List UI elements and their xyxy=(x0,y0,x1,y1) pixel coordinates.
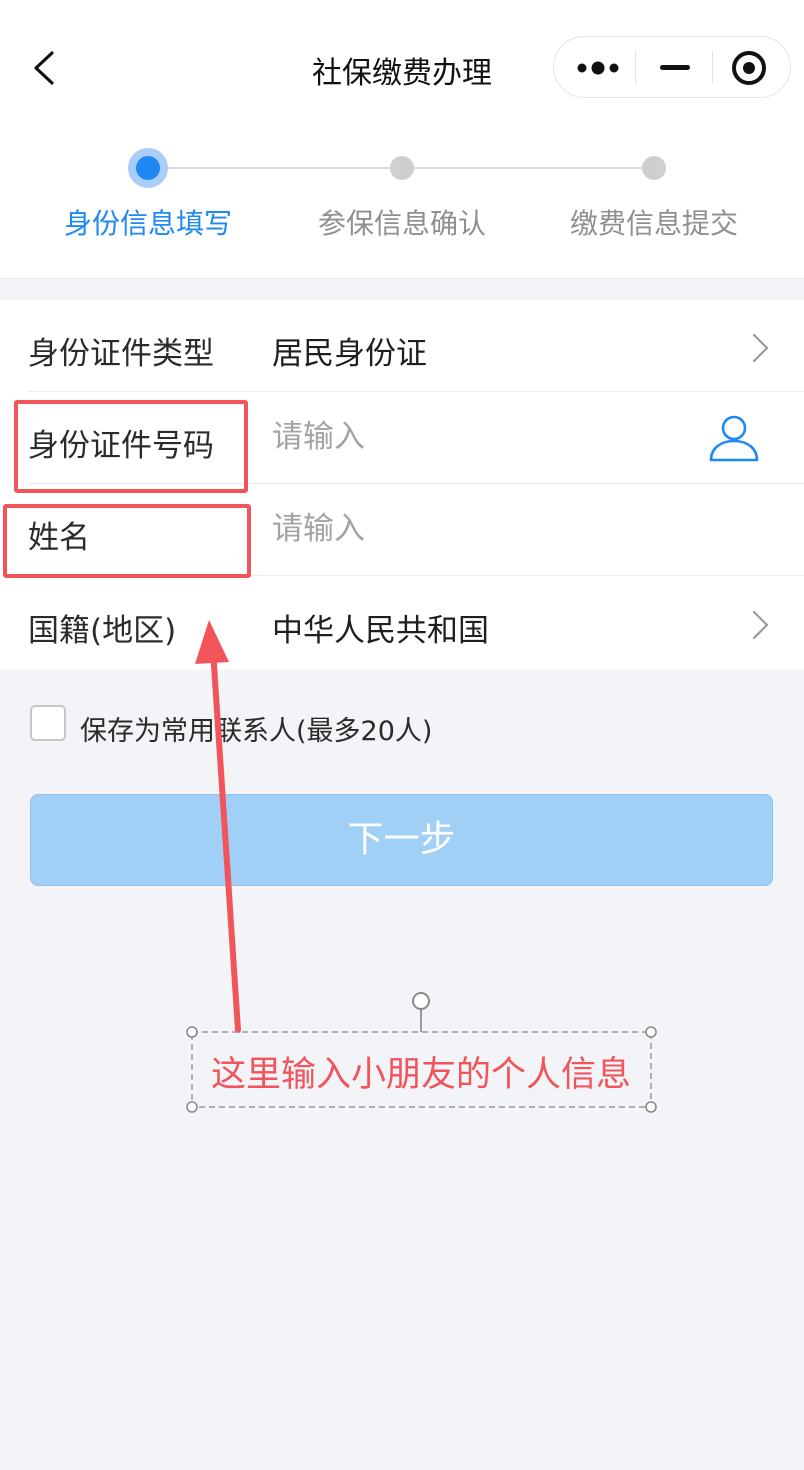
stepper-line xyxy=(168,167,390,169)
annotation-text: 这里输入小朋友的个人信息 xyxy=(210,1055,631,1095)
save-contact-label: 保存为常用联系人(最多20人) xyxy=(80,716,433,747)
name-input[interactable] xyxy=(272,504,692,554)
nationality-label: 国籍(地区) xyxy=(28,613,177,649)
chevron-right-icon xyxy=(752,333,769,363)
highlight-box-name xyxy=(3,504,251,578)
step-label-identity: 身份信息填写 xyxy=(63,207,232,240)
nationality-row[interactable]: 国籍(地区) 中华人民共和国 xyxy=(0,577,804,669)
step-label-payment: 缴费信息提交 xyxy=(569,207,738,240)
stepper-line xyxy=(414,167,642,169)
nationality-value: 中华人民共和国 xyxy=(272,613,489,649)
minus-icon xyxy=(660,65,690,70)
id-type-value: 居民身份证 xyxy=(272,336,427,372)
minimize-button[interactable] xyxy=(636,37,712,97)
contact-picker-button[interactable] xyxy=(706,412,762,464)
more-button[interactable] xyxy=(554,37,644,97)
top-bar: 社保缴费办理 身份信息填写 参保信息确认 缴费信息提交 xyxy=(0,0,804,279)
mini-program-capsule xyxy=(553,36,791,98)
save-contact-checkbox[interactable] xyxy=(30,705,66,741)
id-type-row[interactable]: 身份证件类型 居民身份证 xyxy=(0,300,804,392)
chevron-right-icon xyxy=(752,610,769,640)
id-number-input[interactable] xyxy=(272,412,692,462)
step-indicator-pending xyxy=(642,156,666,180)
id-type-label: 身份证件类型 xyxy=(28,336,214,372)
more-dots-icon xyxy=(577,61,619,75)
next-step-button[interactable]: 下一步 xyxy=(30,794,773,886)
step-indicator-pending xyxy=(390,156,414,180)
close-miniprogram-button[interactable] xyxy=(713,37,791,97)
highlight-box-id-number xyxy=(14,400,248,493)
step-indicator-active xyxy=(136,156,160,180)
step-label-insurance: 参保信息确认 xyxy=(317,207,486,240)
target-circle-icon xyxy=(732,51,766,85)
person-icon xyxy=(709,415,759,462)
